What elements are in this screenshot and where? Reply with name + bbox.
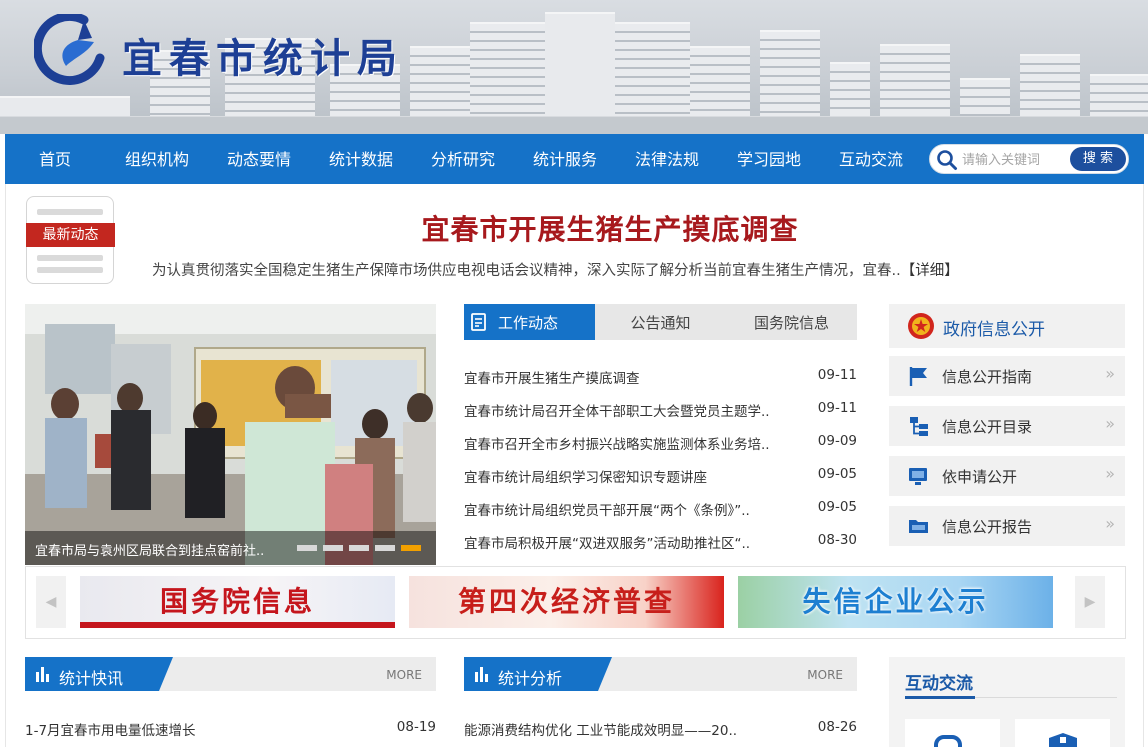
gov-item-report[interactable]: 信息公开报告 »: [889, 506, 1125, 546]
news-tabs: 工作动态 公告通知 国务院信息: [464, 304, 857, 340]
main-nav: 首页 组织机构 动态要情 统计数据 分析研究 统计服务 法律法规 学习园地 互动…: [5, 134, 1144, 184]
search-button[interactable]: 搜 索: [1070, 147, 1126, 171]
photo-slideshow[interactable]: 宜春市局与袁州区局联合到挂点窑前社..: [25, 304, 436, 565]
headline-title[interactable]: 宜春市开展生猪生产摸底调查: [300, 208, 920, 248]
list-item[interactable]: 1-7月宜春市用电量低速增长 08-19: [25, 719, 436, 739]
document-icon: [471, 313, 486, 331]
chevron-right-icon: »: [1105, 364, 1115, 383]
gov-item-catalog[interactable]: 信息公开目录 »: [889, 406, 1125, 446]
shield-icon: [1049, 733, 1077, 747]
news-list-item[interactable]: 宜春市局积极开展“双进双服务”活动助推社区“.. 08-30: [464, 532, 857, 552]
chevron-right-icon: »: [1105, 464, 1115, 483]
news-list-item[interactable]: 宜春市统计局组织学习保密知识专题讲座 09-05: [464, 466, 857, 486]
flag-icon: [909, 367, 927, 386]
site-title: 宜春市统计局: [122, 35, 404, 82]
news-list-item[interactable]: 宜春市召开全市乡村振兴战略实施监测体系业务培.. 09-09: [464, 433, 857, 453]
banner-state-council[interactable]: 国务院信息: [80, 576, 395, 628]
list-item[interactable]: 能源消费结构优化 工业节能成效明显——20.. 08-26: [464, 719, 857, 739]
news-list-item[interactable]: 宜春市开展生猪生产摸底调查 09-11: [464, 367, 857, 387]
chat-icon: [934, 735, 962, 747]
banner-prev-button[interactable]: ◀: [36, 576, 66, 628]
building-chart-icon: [34, 665, 52, 683]
headline-summary: 为认真贯彻落实全国稳定生猪生产保障市场供应电视电话会议精神，深入实际了解分析当前…: [152, 263, 959, 279]
tree-list-icon: [910, 417, 928, 436]
gov-item-request[interactable]: 依申请公开 »: [889, 456, 1125, 496]
news-list-item[interactable]: 宜春市统计局组织党员干部开展“两个《条例》”.. 09-05: [464, 499, 857, 519]
site-header: 宜春市统计局: [0, 0, 1148, 134]
chevron-right-icon: »: [1105, 514, 1115, 533]
slide-dot-5[interactable]: [401, 545, 421, 551]
latest-news-badge: 最新动态: [26, 223, 115, 247]
quick-news-more-link[interactable]: MORE: [386, 668, 422, 682]
analysis-header: 统计分析 MORE: [464, 657, 857, 691]
interaction-card-chat[interactable]: [905, 719, 1000, 747]
gov-item-guide[interactable]: 信息公开指南 »: [889, 356, 1125, 396]
folder-report-icon: [909, 520, 928, 533]
nav-item-statistics-data[interactable]: 统计数据: [329, 134, 393, 184]
nav-item-organization[interactable]: 组织机构: [125, 134, 189, 184]
search-icon: [937, 150, 957, 170]
logo-icon: [34, 14, 105, 85]
nav-item-laws[interactable]: 法律法规: [635, 134, 699, 184]
slide-dot-1[interactable]: [297, 545, 317, 551]
analysis-tab[interactable]: 统计分析: [464, 657, 612, 691]
slide-dot-3[interactable]: [349, 545, 369, 551]
quick-news-tab[interactable]: 统计快讯: [25, 657, 173, 691]
banner-next-button[interactable]: ▶: [1075, 576, 1105, 628]
slide-caption[interactable]: 宜春市局与袁州区局联合到挂点窑前社..: [35, 540, 264, 559]
nav-item-interaction[interactable]: 互动交流: [839, 134, 903, 184]
banner-dishonest-enterprises[interactable]: 失信企业公示: [738, 576, 1053, 628]
nav-item-learning[interactable]: 学习园地: [737, 134, 801, 184]
folder-monitor-icon: [909, 468, 927, 485]
nav-item-analysis[interactable]: 分析研究: [431, 134, 495, 184]
slide-dot-4[interactable]: [375, 545, 395, 551]
tab-work-news[interactable]: 工作动态: [464, 304, 595, 340]
nav-item-home[interactable]: 首页: [39, 134, 71, 184]
search-input[interactable]: [962, 149, 1072, 171]
banner-economic-census[interactable]: 第四次经济普查: [409, 576, 724, 628]
search-box: 搜 索: [929, 144, 1129, 174]
chevron-right-icon: »: [1105, 414, 1115, 433]
tab-state-council[interactable]: 国务院信息: [726, 304, 857, 340]
interaction-title: 互动交流: [905, 674, 973, 694]
interaction-card-shield[interactable]: [1015, 719, 1110, 747]
detail-link[interactable]: 【详细】: [901, 263, 959, 279]
slide-photo: [25, 304, 436, 565]
tab-announcements[interactable]: 公告通知: [595, 304, 726, 340]
nav-item-services[interactable]: 统计服务: [533, 134, 597, 184]
analysis-more-link[interactable]: MORE: [807, 668, 843, 682]
gov-info-header[interactable]: 政府信息公开: [889, 304, 1125, 348]
nav-item-news[interactable]: 动态要情: [227, 134, 291, 184]
building-chart-icon: [473, 665, 491, 683]
slide-dot-2[interactable]: [323, 545, 343, 551]
national-emblem-icon: [908, 313, 934, 339]
news-list-item[interactable]: 宜春市统计局召开全体干部职工大会暨党员主题学.. 09-11: [464, 400, 857, 420]
quick-news-header: 统计快讯 MORE: [25, 657, 436, 691]
